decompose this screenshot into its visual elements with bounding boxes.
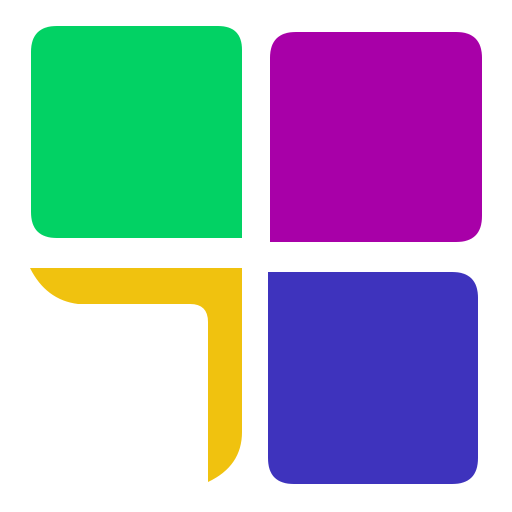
logo-canvas	[0, 0, 512, 512]
magenta-tile	[270, 32, 482, 242]
green-tile	[31, 26, 242, 238]
yellow-corner-bracket	[30, 268, 242, 482]
indigo-tile	[268, 272, 478, 484]
tile-logo-icon	[30, 26, 482, 484]
